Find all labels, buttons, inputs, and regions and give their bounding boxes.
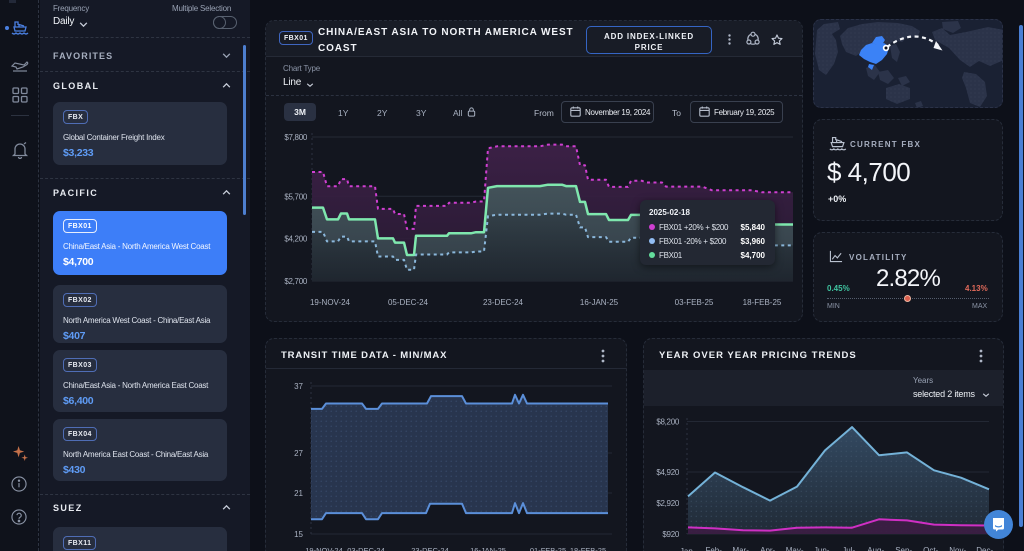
svg-text:$8,200: $8,200	[656, 418, 680, 427]
svg-text:19-NOV-24: 19-NOV-24	[305, 546, 343, 551]
svg-text:Apr-...: Apr-...	[760, 546, 782, 551]
svg-text:$4,920: $4,920	[656, 468, 680, 477]
svg-text:$4,200: $4,200	[284, 235, 308, 244]
svg-text:16-JAN-25: 16-JAN-25	[580, 298, 619, 307]
svg-text:Feb-...: Feb-...	[705, 546, 728, 551]
svg-text:Jan-...: Jan-...	[680, 547, 702, 551]
svg-text:Jul-...: Jul-...	[842, 546, 862, 551]
svg-text:$5,700: $5,700	[284, 192, 308, 201]
svg-text:15: 15	[294, 530, 303, 539]
svg-text:$920: $920	[662, 530, 679, 539]
svg-text:$2,920: $2,920	[656, 499, 680, 508]
svg-text:05-DEC-24: 05-DEC-24	[388, 298, 429, 307]
svg-text:Sep-...: Sep-...	[895, 546, 919, 551]
svg-text:27: 27	[294, 449, 303, 458]
svg-text:23-DEC-24: 23-DEC-24	[411, 546, 449, 551]
svg-text:Nov-...: Nov-...	[949, 546, 973, 551]
svg-text:Dec-...: Dec-...	[976, 546, 1000, 551]
svg-text:16-JAN-25: 16-JAN-25	[470, 546, 506, 551]
svg-text:01-FEB-25: 01-FEB-25	[530, 546, 566, 551]
svg-text:03-FEB-25: 03-FEB-25	[675, 298, 714, 307]
svg-text:Aug-...: Aug-...	[867, 546, 891, 551]
svg-text:Jun-...: Jun-...	[814, 546, 836, 551]
svg-text:19-NOV-24: 19-NOV-24	[310, 298, 351, 307]
svg-text:21: 21	[294, 489, 303, 498]
svg-text:18-FEB-25: 18-FEB-25	[743, 298, 782, 307]
svg-text:$7,800: $7,800	[284, 133, 308, 142]
svg-text:Mar-...: Mar-...	[732, 546, 755, 551]
svg-text:23-DEC-24: 23-DEC-24	[483, 298, 524, 307]
svg-text:37: 37	[294, 382, 303, 391]
svg-text:Oct-...: Oct-...	[923, 546, 945, 551]
svg-text:$2,700: $2,700	[284, 277, 308, 286]
svg-text:03-DEC-24: 03-DEC-24	[347, 546, 385, 551]
svg-text:May-...: May-...	[786, 546, 810, 551]
svg-text:18-FEB-25: 18-FEB-25	[570, 546, 606, 551]
